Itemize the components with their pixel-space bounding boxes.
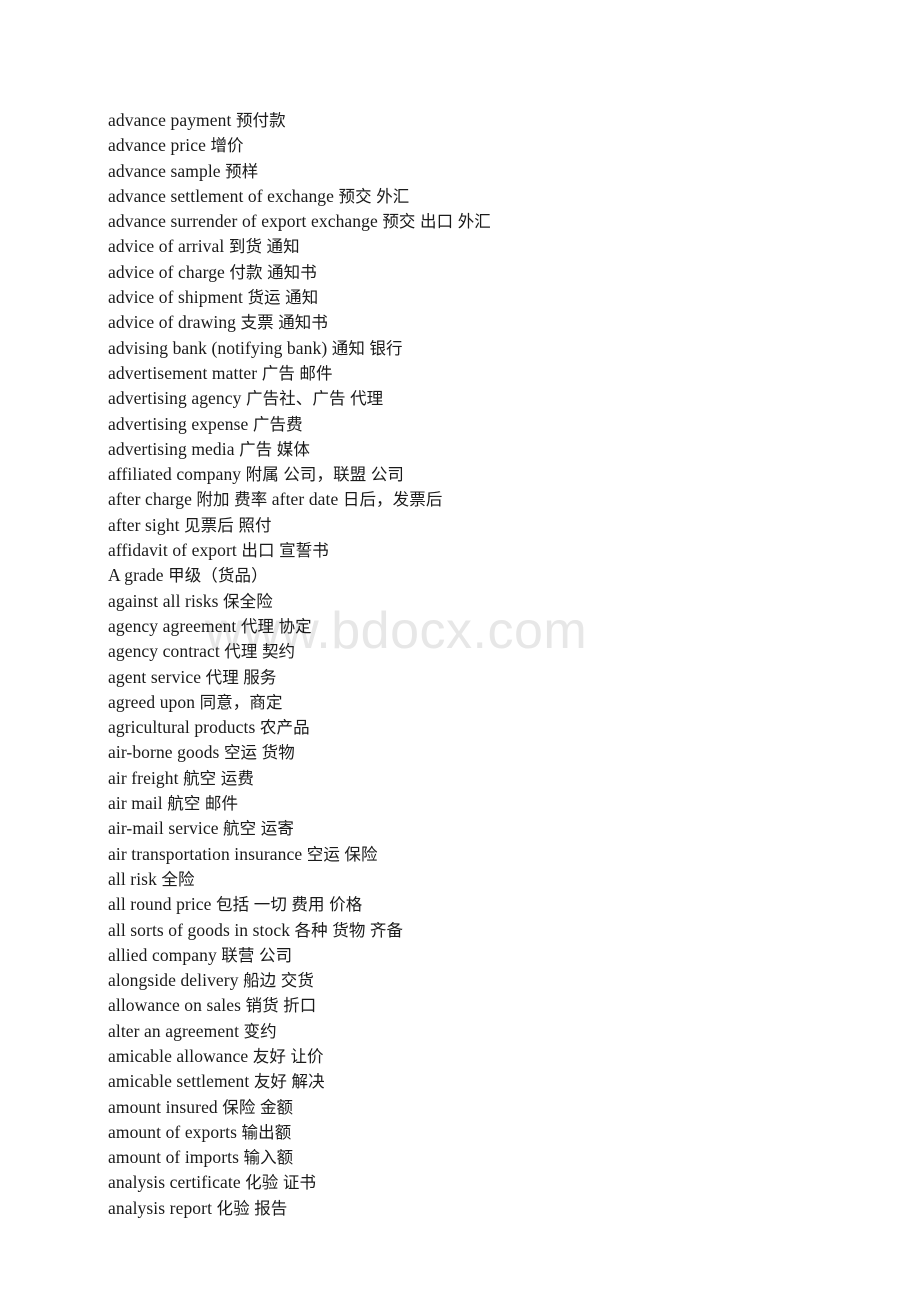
glossary-entry: advance price 增价 [108,135,244,156]
glossary-entry: air mail 航空 邮件 [108,793,239,814]
glossary-entry: advance sample 预样 [108,160,259,181]
glossary-entry: advertising media 广告 媒体 [108,438,310,459]
glossary-entry: advance payment 预付款 [108,110,286,130]
glossary-entry: against all risks 保全险 [108,590,273,611]
glossary-entry: advertising agency 广告社、广告 代理 [108,388,384,409]
glossary-list: advance payment 预付款 advance price 增价 advan… [108,108,848,1221]
glossary-entry: allowance on sales 销货 折口 [108,995,317,1016]
glossary-entry: amount of exports 输出额 [108,1121,292,1142]
glossary-entry: advertising expense 广告费 [108,413,303,434]
glossary-entry: advance settlement of exchange 预交 外汇 [108,185,410,206]
glossary-entry: affidavit of export 出口 宣誓书 [108,540,329,561]
glossary-entry: advice of drawing 支票 通知书 [108,312,329,333]
glossary-entry: agency agreement 代理 协定 [108,615,312,636]
glossary-entry: agricultural products 农产品 [108,717,310,738]
glossary-entry: A grade 甲级（货品） [108,565,268,586]
glossary-entry: amount insured 保险 金额 [108,1096,294,1117]
glossary-entry: agency contract 代理 契约 [108,641,296,662]
glossary-entry: advance surrender of export exchange 预交 … [108,211,491,232]
glossary-entry: affiliated company 附属 公司，联盟 公司 [108,464,405,485]
glossary-entry: analysis report 化验 报告 [108,1197,288,1218]
glossary-entry: advice of arrival 到货 通知 [108,236,300,257]
glossary-entry: analysis certificate 化验 证书 [108,1172,317,1193]
glossary-entry: advertisement matter 广告 邮件 [108,362,333,383]
glossary-entry: amount of imports 输入额 [108,1147,294,1168]
glossary-entry: after sight 见票后 照付 [108,514,272,535]
glossary-entry: air transportation insurance 空运 保险 [108,843,378,864]
glossary-entry: air-mail service 航空 运寄 [108,818,294,839]
glossary-entry: amicable settlement 友好 解决 [108,1071,325,1092]
glossary-entry: all risk 全险 [108,868,195,889]
glossary-entry: advising bank (notifying bank) 通知 银行 [108,337,403,358]
glossary-entry: air freight 航空 运费 [108,767,254,788]
glossary-entry: all round price 包括 一切 费用 价格 [108,894,363,915]
document-page: www.bdocx.com advance payment 预付款 advance… [0,0,920,1302]
glossary-entry: after charge 附加 费率 after date 日后，发票后 [108,489,443,510]
glossary-entry: alongside delivery 船边 交货 [108,970,314,991]
glossary-entry: amicable allowance 友好 让价 [108,1045,324,1066]
glossary-entry: advice of charge 付款 通知书 [108,261,317,282]
glossary-entry: allied company 联营 公司 [108,944,293,965]
glossary-entry: alter an agreement 变约 [108,1020,277,1041]
glossary-entry: air-borne goods 空运 货物 [108,742,295,763]
glossary-entry: advice of shipment 货运 通知 [108,287,319,308]
glossary-entry: agent service 代理 服务 [108,666,277,687]
glossary-entry: all sorts of goods in stock 各种 货物 齐备 [108,919,404,940]
glossary-entry: agreed upon 同意，商定 [108,691,283,712]
